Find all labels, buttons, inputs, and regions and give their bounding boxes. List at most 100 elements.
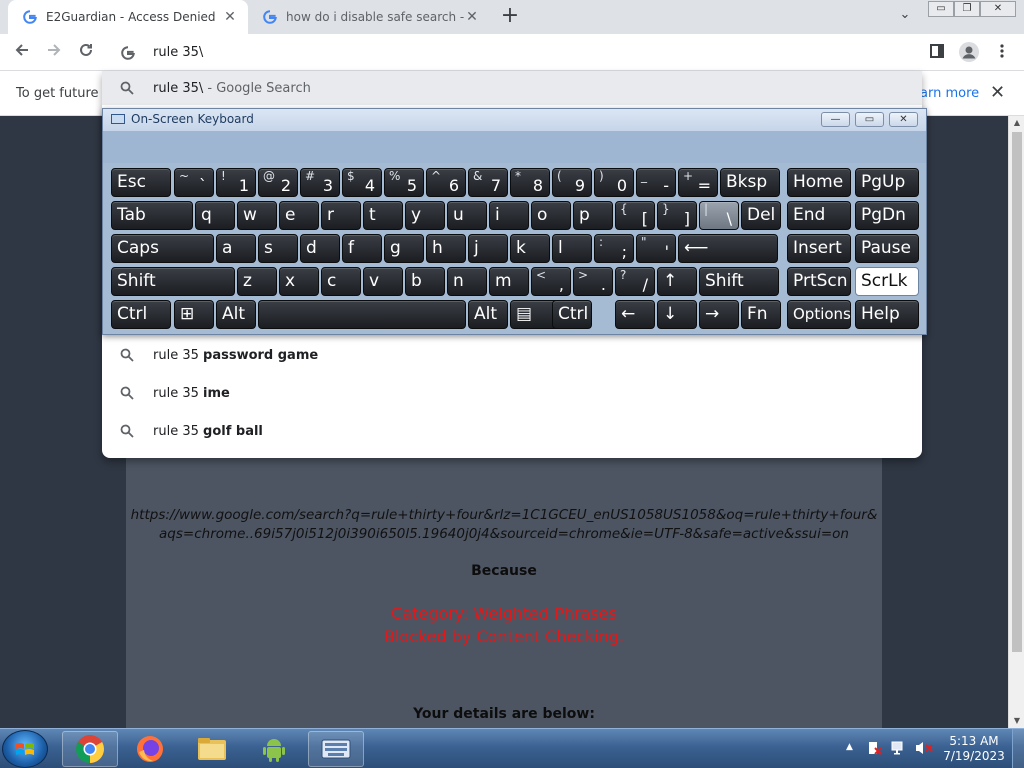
osk-key-q[interactable]: q	[195, 201, 235, 230]
osk-key-a[interactable]: a	[216, 234, 256, 263]
osk-key-home[interactable]: Home	[787, 168, 851, 197]
osk-key-end[interactable]: End	[787, 201, 851, 230]
osk-key-l[interactable]: l	[552, 234, 592, 263]
osk-key-symbol[interactable]: <,	[531, 267, 571, 296]
osk-key-del[interactable]: Del	[741, 201, 781, 230]
osk-key-e[interactable]: e	[279, 201, 319, 230]
taskbar-on-screen-keyboard[interactable]	[308, 731, 364, 767]
osk-restore-button[interactable]: ▭	[855, 112, 884, 127]
osk-key-i[interactable]: i	[489, 201, 529, 230]
osk-key-symbol[interactable]: + =	[678, 168, 718, 197]
osk-key-ctrl[interactable]: Ctrl	[111, 300, 171, 329]
omnibox-input[interactable]	[153, 45, 753, 60]
osk-key-m[interactable]: m	[489, 267, 529, 296]
osk-key-esc[interactable]: Esc	[111, 168, 171, 197]
taskbar-chrome[interactable]	[62, 731, 118, 767]
scrollbar-thumb[interactable]	[1012, 132, 1022, 652]
osk-key-space[interactable]	[258, 300, 466, 329]
osk-key-symbol[interactable]: {[	[615, 201, 655, 230]
osk-key-[interactable]: ↓	[657, 300, 697, 329]
osk-key-pause[interactable]: Pause	[855, 234, 919, 263]
new-tab-button[interactable]: +	[498, 5, 522, 29]
osk-key-shift[interactable]: Shift	[699, 267, 779, 296]
start-button[interactable]	[2, 730, 48, 768]
osk-key-symbol[interactable]: ^ 6	[426, 168, 466, 197]
suggestion-row[interactable]: rule 35 password game	[102, 336, 922, 374]
tab-search-button[interactable]: ⌄	[896, 7, 914, 25]
taskbar-android-app[interactable]	[246, 731, 302, 767]
osk-close-button[interactable]: ✕	[889, 112, 918, 127]
osk-key-h[interactable]: h	[426, 234, 466, 263]
osk-key-scrlk[interactable]: ScrLk	[855, 267, 919, 296]
osk-key-z[interactable]: z	[237, 267, 277, 296]
osk-key-symbol[interactable]: * 8	[510, 168, 550, 197]
page-scrollbar[interactable]: ▲ ▼	[1008, 116, 1024, 728]
tab-close-icon[interactable]: ✕	[222, 9, 238, 25]
osk-key-options[interactable]: Options	[787, 300, 851, 329]
osk-key-[interactable]: →	[699, 300, 739, 329]
osk-key-tab[interactable]: Tab	[111, 201, 193, 230]
osk-key-alt[interactable]: Alt	[216, 300, 256, 329]
window-minimize-button[interactable]: ▭	[928, 1, 954, 17]
osk-key-[interactable]: ↑	[657, 267, 697, 296]
osk-key-g[interactable]: g	[384, 234, 424, 263]
osk-key-windows[interactable]: ⊞	[174, 300, 214, 329]
tab-safe-search[interactable]: how do i disable safe search - Go ✕	[248, 0, 490, 34]
osk-key-enter[interactable]: ⟵	[678, 234, 778, 263]
network-icon[interactable]	[891, 740, 907, 768]
window-maximize-button[interactable]: ❐	[954, 1, 980, 17]
osk-key-w[interactable]: w	[237, 201, 277, 230]
show-desktop-button[interactable]	[1012, 729, 1024, 768]
osk-key-symbol[interactable]: % 5	[384, 168, 424, 197]
reload-button[interactable]	[75, 42, 97, 64]
forward-button[interactable]	[43, 42, 65, 64]
osk-key-u[interactable]: u	[447, 201, 487, 230]
osk-key-ctrl[interactable]: Ctrl	[552, 300, 592, 329]
action-center-icon[interactable]	[866, 740, 882, 768]
system-clock[interactable]: 5:13 AM 7/19/2023	[940, 734, 1008, 764]
volume-muted-icon[interactable]	[915, 740, 933, 768]
osk-key-y[interactable]: y	[405, 201, 445, 230]
osk-key-t[interactable]: t	[363, 201, 403, 230]
scroll-down-icon[interactable]: ▼	[1009, 714, 1024, 728]
osk-key-symbol[interactable]: #3	[300, 168, 340, 197]
osk-titlebar[interactable]: On-Screen Keyboard — ▭ ✕	[103, 109, 926, 131]
taskbar-firefox[interactable]	[122, 731, 178, 767]
osk-key-symbol[interactable]: ? /	[615, 267, 655, 296]
omnibox[interactable]	[102, 34, 922, 71]
osk-key-o[interactable]: o	[531, 201, 571, 230]
osk-key-s[interactable]: s	[258, 234, 298, 263]
osk-key-j[interactable]: j	[468, 234, 508, 263]
scroll-up-icon[interactable]: ▲	[1009, 116, 1024, 130]
osk-key-symbol[interactable]: " '	[636, 234, 676, 263]
osk-key-k[interactable]: k	[510, 234, 550, 263]
osk-key-v[interactable]: v	[363, 267, 403, 296]
osk-key-symbol[interactable]: & 7	[468, 168, 508, 197]
suggestion-row[interactable]: rule 35 ime	[102, 374, 922, 412]
osk-key-alt[interactable]: Alt	[468, 300, 508, 329]
osk-key-help[interactable]: Help	[855, 300, 919, 329]
tray-show-hidden-icon[interactable]: ▲	[846, 742, 853, 768]
osk-key-caps[interactable]: Caps	[111, 234, 214, 263]
osk-key-symbol[interactable]: ) 0	[594, 168, 634, 197]
osk-key-symbol[interactable]: $4	[342, 168, 382, 197]
osk-key-fn[interactable]: Fn	[741, 300, 781, 329]
osk-key-f[interactable]: f	[342, 234, 382, 263]
osk-minimize-button[interactable]: —	[821, 112, 850, 127]
osk-key-bksp[interactable]: Bksp	[720, 168, 780, 197]
osk-key-symbol[interactable]: ! 1	[216, 168, 256, 197]
osk-key-c[interactable]: c	[321, 267, 361, 296]
osk-key-x[interactable]: x	[279, 267, 319, 296]
osk-key-symbol[interactable]: ~ `	[174, 168, 214, 197]
osk-key-n[interactable]: n	[447, 267, 487, 296]
osk-key-prtscn[interactable]: PrtScn	[787, 267, 851, 296]
osk-key-shift[interactable]: Shift	[111, 267, 235, 296]
suggestion-search-row[interactable]: rule 35\ - Google Search	[102, 71, 922, 105]
osk-key-b[interactable]: b	[405, 267, 445, 296]
osk-key-symbol[interactable]: _ -	[636, 168, 676, 197]
tab-close-icon[interactable]: ✕	[464, 9, 480, 25]
osk-key-pgdn[interactable]: PgDn	[855, 201, 919, 230]
osk-key-symbol[interactable]: :;	[594, 234, 634, 263]
browser-menu-icon[interactable]	[991, 42, 1013, 64]
tab-e2guardian[interactable]: E2Guardian - Access Denied ✕	[8, 0, 248, 34]
